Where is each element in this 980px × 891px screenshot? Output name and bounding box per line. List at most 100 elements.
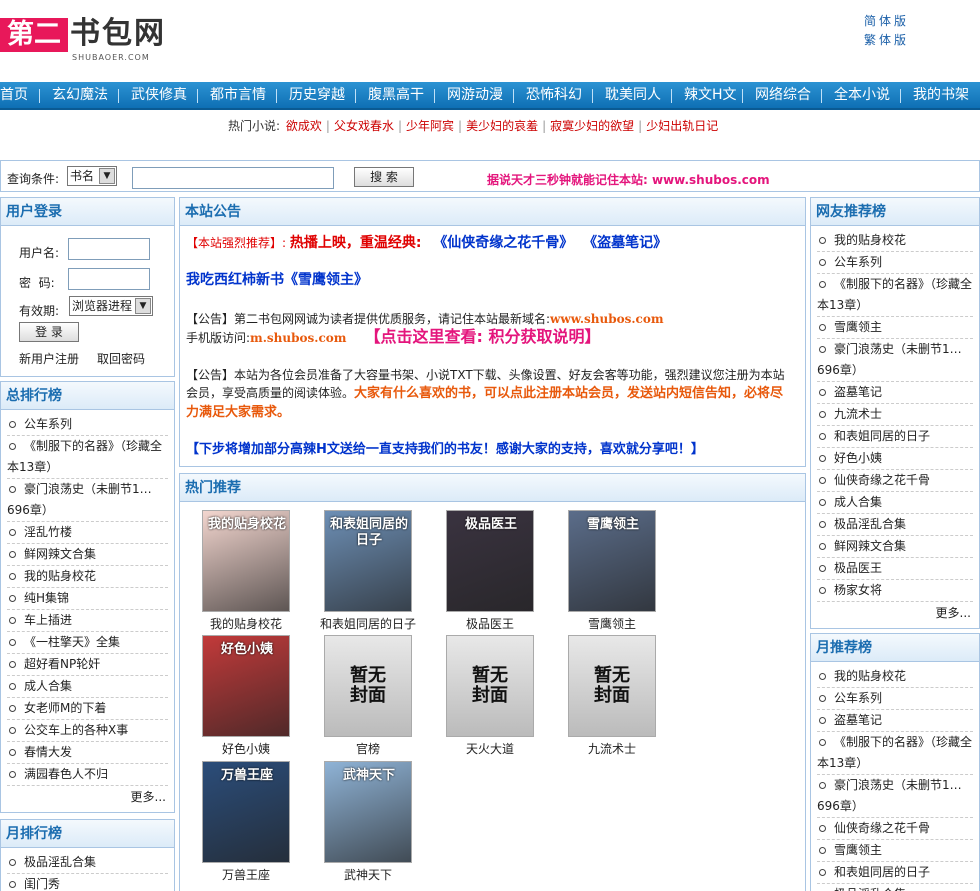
list-item[interactable]: 满园春色人不归 [7, 764, 168, 786]
book-cover-image[interactable]: 武神天下 [324, 761, 412, 863]
list-item[interactable]: 雪鹰领主 [817, 840, 973, 862]
book-cover-image[interactable]: 万兽王座 [202, 761, 290, 863]
book-cover-image[interactable]: 雪鹰领主 [568, 510, 656, 612]
rec-new-book-link[interactable]: 我吃西红柿新书《雪鹰领主》 [186, 271, 368, 289]
list-item[interactable]: 盗墓笔记 [817, 710, 973, 732]
login-button[interactable]: 登 录 [19, 322, 79, 342]
list-item[interactable]: 公车系列 [7, 414, 168, 436]
search-button[interactable]: 搜 索 [354, 167, 414, 187]
lang-simplified-link[interactable]: 简体版 [864, 12, 934, 31]
list-item[interactable]: 极品淫乱合集 [817, 884, 973, 891]
nav-item-12[interactable]: 我的书架 [913, 82, 969, 110]
list-item[interactable]: 极品淫乱合集 [7, 852, 168, 874]
rec-book-link-1[interactable]: 《仙侠奇缘之花千骨》 [425, 235, 573, 251]
nav-item-1[interactable]: 玄幻魔法 [52, 82, 108, 110]
nav-item-7[interactable]: 恐怖科幻 [526, 82, 582, 110]
hot-novel-link[interactable]: 美少妇的哀羞 [466, 119, 538, 133]
hot-novel-link[interactable]: 少年阿宾 [406, 119, 454, 133]
book-card[interactable]: 好色小姨 好色小姨 [186, 635, 296, 760]
list-item[interactable]: 豪门浪荡史（未删节1…696章） [817, 775, 973, 818]
nav-item-5[interactable]: 腹黑高干 [368, 82, 424, 110]
username-input[interactable] [68, 238, 150, 260]
book-cover-image[interactable]: 暂无封面 [568, 635, 656, 737]
list-item[interactable]: 盗墓笔记 [817, 382, 973, 404]
book-card[interactable]: 雪鹰领主 雪鹰领主 [552, 510, 662, 635]
book-title-link[interactable]: 极品医王 [430, 615, 550, 632]
book-card[interactable]: 武神天下 武神天下 [308, 761, 418, 886]
book-card[interactable]: 暂无封面 九流术士 [552, 635, 662, 760]
list-item[interactable]: 纯H集锦 [7, 588, 168, 610]
hot-novel-link[interactable]: 寂寞少妇的欲望 [550, 119, 634, 133]
list-item[interactable]: 成人合集 [7, 676, 168, 698]
list-item[interactable]: 仙侠奇缘之花千骨 [817, 818, 973, 840]
list-item[interactable]: 成人合集 [817, 492, 973, 514]
register-link[interactable]: 新用户注册 [19, 350, 79, 367]
book-card[interactable]: 万兽王座 万兽王座 [186, 761, 296, 886]
password-input[interactable] [68, 268, 150, 290]
list-item[interactable]: 《一柱擎天》全集 [7, 632, 168, 654]
list-item[interactable]: 《制服下的名器》（珍藏全本13章） [817, 732, 973, 775]
book-card[interactable]: 极品医王 极品医王 [430, 510, 540, 635]
book-title-link[interactable]: 好色小姨 [186, 740, 306, 757]
list-item[interactable]: 超好看NP轮奸 [7, 654, 168, 676]
list-item[interactable]: 车上插进 [7, 610, 168, 632]
list-item[interactable]: 仙侠奇缘之花千骨 [817, 470, 973, 492]
book-card[interactable]: 暂无封面 官榜 [308, 635, 418, 760]
list-item[interactable]: 豪门浪荡史（未删节1…696章） [817, 339, 973, 382]
list-item[interactable]: 和表姐同居的日子 [817, 862, 973, 884]
list-item[interactable]: 我的贴身校花 [817, 666, 973, 688]
recover-password-link[interactable]: 取回密码 [97, 350, 145, 367]
friend-rec-more-link[interactable]: 更多... [811, 602, 979, 624]
book-card[interactable]: 和表姐同居的日子 和表姐同居的日子 [308, 510, 418, 635]
lang-traditional-link[interactable]: 繁体版 [864, 31, 934, 50]
list-item[interactable]: 闺门秀 [7, 874, 168, 891]
book-cover-image[interactable]: 暂无封面 [446, 635, 534, 737]
book-cover-image[interactable]: 暂无封面 [324, 635, 412, 737]
nav-item-0[interactable]: 首页 [0, 82, 28, 110]
hot-novel-link[interactable]: 父女戏春水 [334, 119, 394, 133]
list-item[interactable]: 鲜网辣文合集 [7, 544, 168, 566]
list-item[interactable]: 好色小姨 [817, 448, 973, 470]
nav-item-6[interactable]: 网游动漫 [447, 82, 503, 110]
book-cover-image[interactable]: 好色小姨 [202, 635, 290, 737]
list-item[interactable]: 和表姐同居的日子 [817, 426, 973, 448]
book-card[interactable]: 暂无封面 天火大道 [430, 635, 540, 760]
nav-item-11[interactable]: 全本小说 [834, 82, 890, 110]
list-item[interactable]: 淫乱竹楼 [7, 522, 168, 544]
book-cover-image[interactable]: 和表姐同居的日子 [324, 510, 412, 612]
nav-item-4[interactable]: 历史穿越 [289, 82, 345, 110]
list-item[interactable]: 《制服下的名器》（珍藏全本13章） [817, 274, 973, 317]
book-cover-image[interactable]: 我的贴身校花 [202, 510, 290, 612]
list-item[interactable]: 公车系列 [817, 252, 973, 274]
hot-novel-link[interactable]: 少妇出轨日记 [646, 119, 718, 133]
book-title-link[interactable]: 武神天下 [308, 866, 428, 883]
list-item[interactable]: 《制服下的名器》（珍藏全本13章） [7, 436, 168, 479]
list-item[interactable]: 豪门浪荡史（未删节1…696章） [7, 479, 168, 522]
points-info-link[interactable]: 【点击这里查看: 积分获取说明】 [364, 327, 600, 346]
search-type-select[interactable]: 书名 ▼ [67, 166, 117, 186]
list-item[interactable]: 极品淫乱合集 [817, 514, 973, 536]
list-item[interactable]: 女老师M的下着 [7, 698, 168, 720]
list-item[interactable]: 我的贴身校花 [7, 566, 168, 588]
expire-select[interactable]: 浏览器进程 ▼ [69, 296, 153, 316]
book-title-link[interactable]: 万兽王座 [186, 866, 306, 883]
list-item[interactable]: 极品医王 [817, 558, 973, 580]
rec-book-link-2[interactable]: 《盗墓笔记》 [577, 235, 667, 251]
book-cover-image[interactable]: 极品医王 [446, 510, 534, 612]
nav-item-8[interactable]: 耽美同人 [605, 82, 661, 110]
list-item[interactable]: 九流术士 [817, 404, 973, 426]
nav-item-2[interactable]: 武侠修真 [131, 82, 187, 110]
list-item[interactable]: 公车系列 [817, 688, 973, 710]
book-title-link[interactable]: 雪鹰领主 [552, 615, 672, 632]
book-title-link[interactable]: 官榜 [308, 740, 428, 757]
search-input[interactable] [132, 167, 334, 189]
list-item[interactable]: 鲜网辣文合集 [817, 536, 973, 558]
list-item[interactable]: 杨家女将 [817, 580, 973, 602]
nav-item-9[interactable]: 辣文H文 [684, 82, 737, 110]
book-title-link[interactable]: 我的贴身校花 [186, 615, 306, 632]
book-card[interactable]: 我的贴身校花 我的贴身校花 [186, 510, 296, 635]
site-logo[interactable]: 第二 书包网 SHUBAOER.COM [0, 10, 180, 62]
nav-item-3[interactable]: 都市言情 [210, 82, 266, 110]
hot-novel-link[interactable]: 欲成欢 [286, 119, 322, 133]
list-item[interactable]: 雪鹰领主 [817, 317, 973, 339]
